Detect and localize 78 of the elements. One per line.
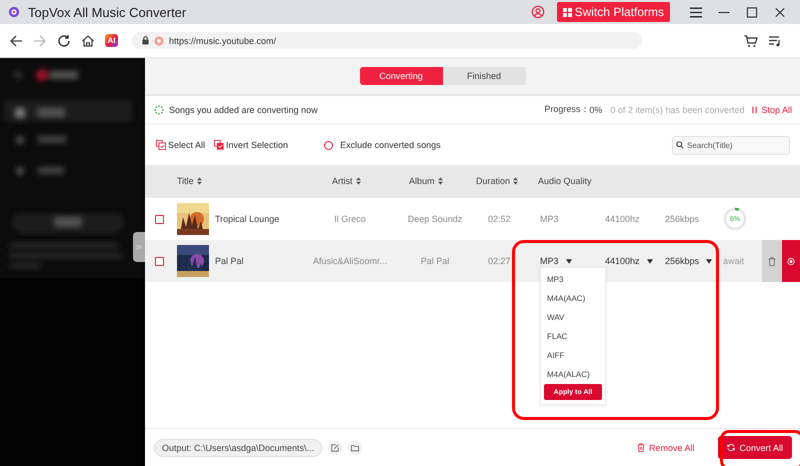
- caret-icon: [646, 258, 653, 264]
- column-header[interactable]: Title: [177, 176, 202, 186]
- column-header[interactable]: Duration: [476, 176, 518, 186]
- column-header[interactable]: Album: [409, 176, 443, 186]
- search-icon: [676, 140, 684, 148]
- ai-badge[interactable]: AI: [105, 34, 118, 47]
- format-option[interactable]: FLAC: [544, 327, 602, 346]
- folder-button[interactable]: [348, 440, 362, 454]
- cart-icon[interactable]: [744, 34, 758, 48]
- checkbox-icon: [214, 140, 224, 150]
- stop-all-button[interactable]: Stop All: [752, 104, 792, 114]
- quality-cell-text: MP3: [539, 213, 560, 226]
- song-title: Tropical Lounge: [214, 213, 280, 226]
- spinner-icon: [154, 104, 164, 114]
- address-bar[interactable]: https://music.youtube.com/: [132, 32, 642, 49]
- maximize-icon[interactable]: [746, 6, 758, 18]
- row-checkbox[interactable]: [155, 256, 164, 266]
- row-checkbox[interactable]: [155, 214, 164, 224]
- artist-cell-text: Afusic&AliSoomr...: [312, 255, 388, 268]
- app-logo-icon: [8, 6, 20, 18]
- url-text: https://music.youtube.com/: [169, 36, 276, 46]
- edit-icon: [331, 444, 340, 452]
- quality-dropdown[interactable]: 256kbps: [665, 256, 712, 266]
- tab[interactable]: Finished: [442, 67, 526, 85]
- menu-icon[interactable]: [690, 6, 702, 18]
- progress-value: 0%: [589, 104, 602, 114]
- column-header[interactable]: Artist: [332, 176, 361, 186]
- edit-button[interactable]: [328, 440, 342, 454]
- chevron-icon: [136, 244, 142, 250]
- tab[interactable]: Converting: [360, 67, 442, 85]
- site-icon: [154, 36, 164, 46]
- format-option[interactable]: M4A(ALAC): [544, 365, 602, 384]
- artist-cell-text: Il Greco: [333, 213, 367, 226]
- status-message: Songs you added are converting now: [169, 104, 318, 114]
- folder-icon: [351, 444, 360, 452]
- search-field[interactable]: Search(Title): [672, 136, 790, 154]
- user-icon[interactable]: [530, 5, 545, 19]
- collapse-handle[interactable]: [133, 232, 145, 262]
- record-icon: [787, 256, 795, 266]
- home-icon[interactable]: [81, 34, 95, 48]
- progress-detail: 0 of 2 item(s) has been converted: [610, 104, 744, 114]
- invert-selection-button[interactable]: Invert Selection: [214, 140, 288, 150]
- progress-label: Progress：: [544, 103, 590, 116]
- convert-all-button[interactable]: Convert All: [718, 436, 792, 459]
- playlist-icon[interactable]: [768, 34, 782, 48]
- exclude-converted-radio[interactable]: Exclude converted songs: [324, 140, 441, 150]
- status-text: await: [723, 256, 744, 266]
- lock-icon: [142, 36, 149, 45]
- duration-cell-text: 02:52: [487, 213, 512, 226]
- trash-icon: [636, 443, 645, 452]
- window-title: TopVox All Music Converter: [28, 4, 186, 20]
- switch-platforms-button[interactable]: Switch Platforms: [556, 2, 670, 22]
- format-option[interactable]: WAV: [544, 308, 602, 327]
- caret-icon: [566, 258, 572, 264]
- refresh-icon: [727, 443, 736, 452]
- remove-all-button[interactable]: Remove All: [636, 442, 694, 452]
- checkbox-icon: [156, 140, 166, 150]
- output-path[interactable]: Output: C:\Users\asdga\Documents\...: [154, 438, 322, 456]
- album-cell-text: Deep Soundz: [406, 213, 464, 226]
- trash-icon: [768, 256, 776, 266]
- column-header: Audio Quality: [538, 176, 592, 186]
- select-all-button[interactable]: Select All: [156, 140, 206, 150]
- pause-icon: [752, 106, 758, 114]
- duration-cell-text: 02:27: [487, 255, 512, 268]
- quality-dropdown[interactable]: MP3: [540, 256, 572, 266]
- close-icon[interactable]: [774, 6, 786, 18]
- album-cell-text: Pal Pal: [420, 255, 450, 268]
- format-option[interactable]: AIFF: [544, 346, 602, 365]
- quality-dropdown[interactable]: 44100hz: [605, 256, 653, 266]
- convert-button[interactable]: [782, 240, 800, 282]
- back-icon[interactable]: [9, 34, 23, 48]
- grid-icon: [562, 8, 572, 16]
- song-title: Pal Pal: [214, 255, 245, 268]
- reload-icon[interactable]: [57, 34, 71, 48]
- quality-cell-text: 44100hz: [604, 213, 641, 226]
- format-option[interactable]: M4A(AAC): [544, 289, 602, 308]
- caret-icon: [706, 258, 712, 264]
- quality-cell-text: 256kbps: [664, 213, 700, 226]
